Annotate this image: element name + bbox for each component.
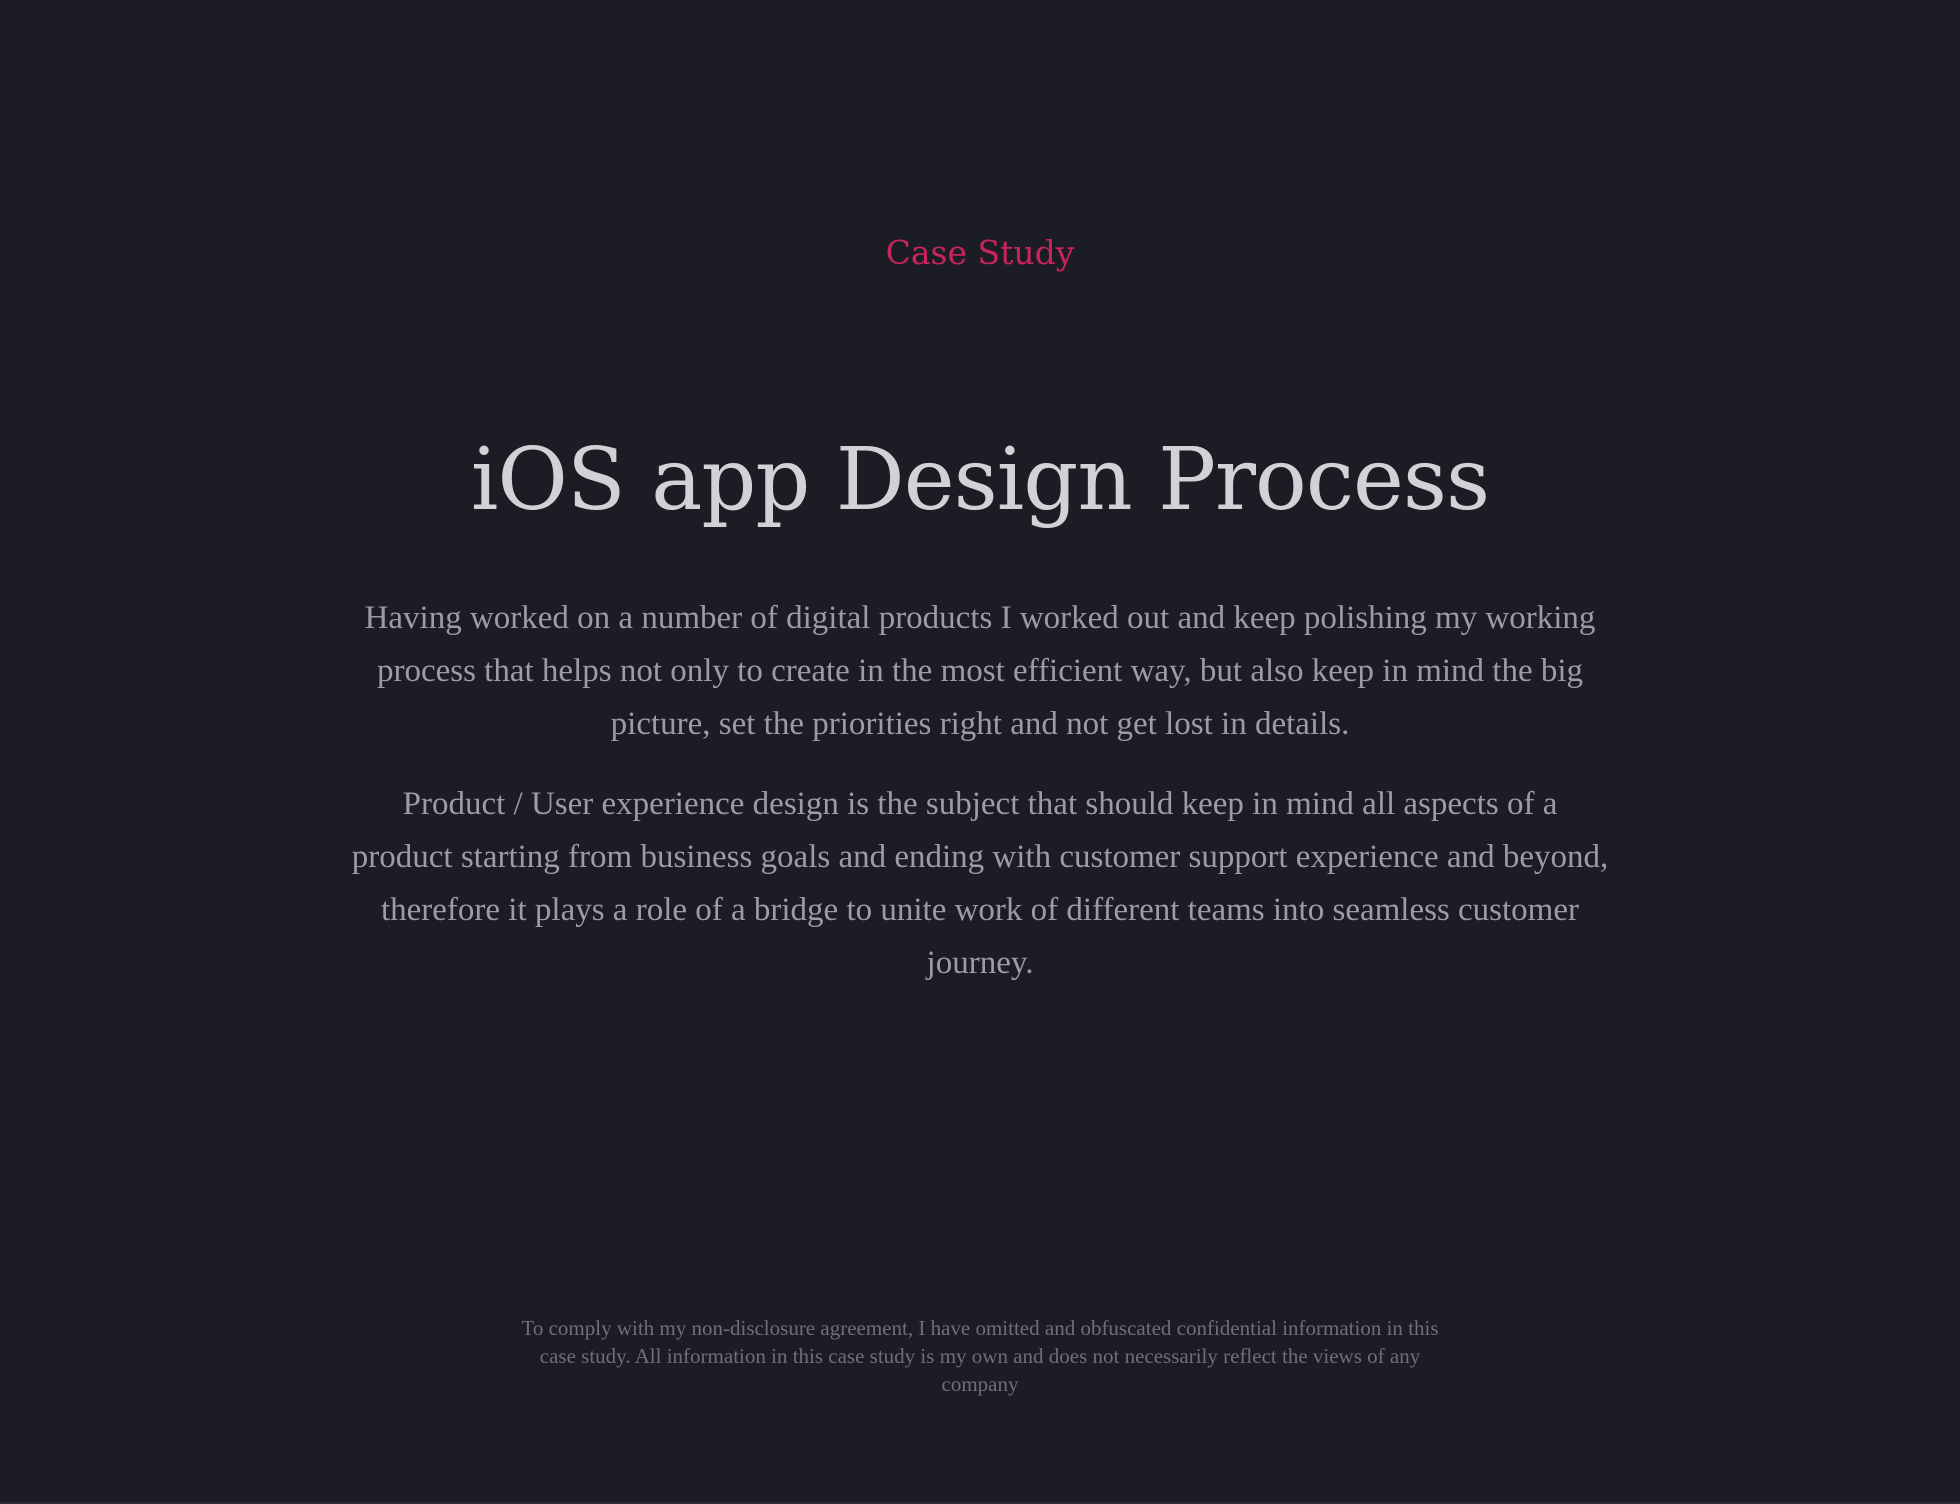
case-study-label: Case Study <box>885 233 1075 272</box>
intro-paragraph-2: Product / User experience design is the … <box>351 786 1609 981</box>
intro-paragraph-1: Having worked on a number of digital pro… <box>364 600 1596 742</box>
page-title: iOS app Design Process <box>470 430 1490 530</box>
intro-text: Having worked on a number of digital pro… <box>350 592 1610 1017</box>
nda-disclaimer: To comply with my non-disclosure agreeme… <box>521 1316 1439 1396</box>
